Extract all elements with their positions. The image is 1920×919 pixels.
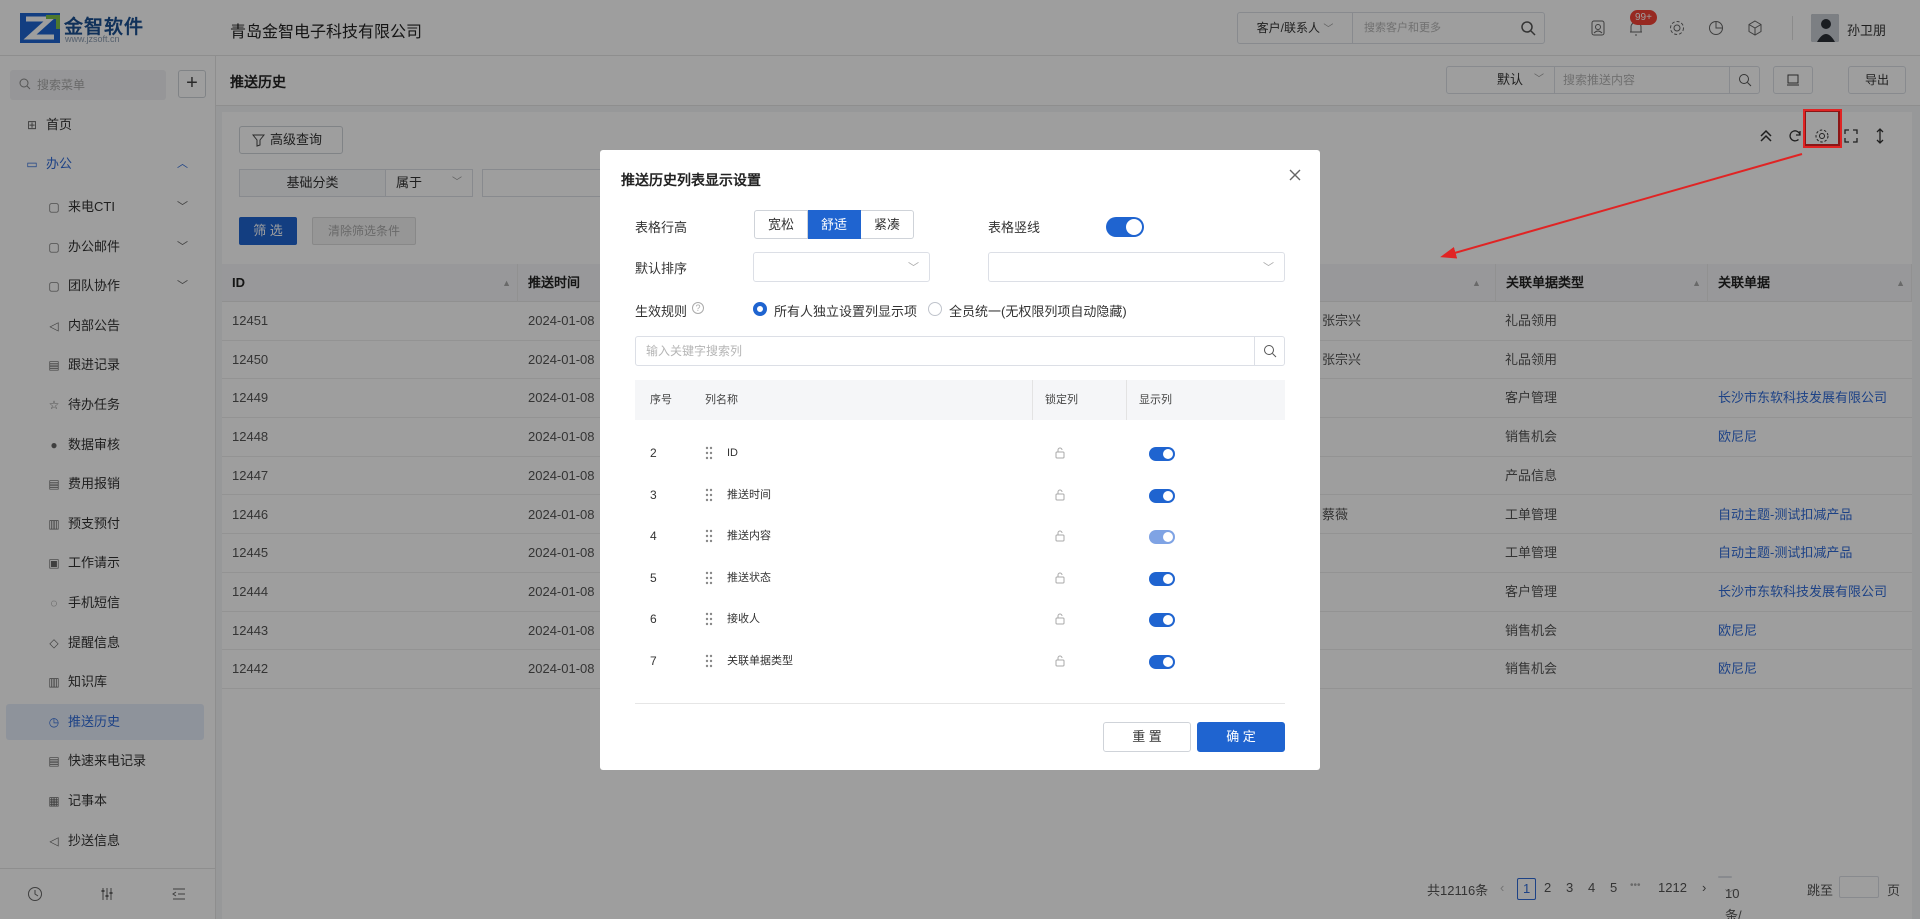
column-name: 接收人: [727, 613, 760, 625]
row-height-option-comfortable[interactable]: 舒适: [808, 210, 862, 239]
col-header-lock: 锁定列: [1045, 394, 1078, 406]
vertical-lines-label: 表格竖线: [988, 220, 1041, 235]
col-header-name: 列名称: [705, 394, 738, 406]
column-setting-row: 4 推送内容: [635, 516, 1285, 557]
column-search-button[interactable]: [1254, 337, 1284, 365]
column-index: 2: [650, 446, 657, 460]
chevron-down-icon: ﹀: [1263, 262, 1274, 274]
divider: [635, 703, 1285, 704]
rule-independent-radio[interactable]: [753, 302, 767, 316]
show-column-toggle[interactable]: [1149, 488, 1175, 503]
col-header-show: 显示列: [1139, 394, 1172, 406]
row-height-segmented: 宽松 舒适 紧凑: [754, 210, 915, 239]
column-index: 5: [650, 570, 657, 585]
column-name: 推送时间: [727, 488, 771, 501]
column-name: 推送内容: [727, 530, 771, 542]
default-sort-label: 默认排序: [635, 261, 688, 276]
column-setting-row: 2 ID: [635, 433, 1285, 474]
divider: [1032, 380, 1033, 420]
chevron-down-icon: ﹀: [908, 262, 919, 274]
show-column-toggle[interactable]: [1149, 571, 1175, 586]
lock-icon[interactable]: [1055, 489, 1065, 501]
sort-order-select[interactable]: ﹀: [988, 252, 1285, 282]
dialog-title: 推送历史列表显示设置: [621, 172, 761, 188]
divider: [1126, 380, 1127, 420]
column-setting-row: 6 接收人: [635, 599, 1285, 640]
close-icon[interactable]: [1286, 166, 1304, 184]
rule-label: 生效规则: [635, 304, 688, 319]
show-column-toggle[interactable]: [1149, 447, 1175, 461]
column-index: 4: [650, 529, 657, 543]
search-icon: [1264, 345, 1277, 358]
drag-handle-icon[interactable]: [705, 529, 713, 543]
columns-table-header: 序号 列名称 锁定列 显示列: [635, 380, 1285, 420]
drag-handle-icon[interactable]: [705, 488, 713, 502]
column-name: 关联单据类型: [727, 654, 793, 667]
drag-handle-icon[interactable]: [705, 446, 713, 460]
drag-handle-icon[interactable]: [705, 612, 713, 626]
lock-icon[interactable]: [1055, 655, 1065, 667]
drag-handle-icon[interactable]: [705, 654, 713, 668]
vertical-lines-toggle[interactable]: [1106, 217, 1144, 237]
col-header-index: 序号: [650, 394, 672, 406]
confirm-button[interactable]: 确 定: [1197, 722, 1285, 752]
row-height-option-loose[interactable]: 宽松: [754, 210, 809, 239]
show-column-toggle[interactable]: [1149, 613, 1175, 627]
lock-icon[interactable]: [1055, 530, 1065, 542]
column-index: 7: [650, 653, 657, 668]
column-index: 3: [650, 487, 657, 502]
row-height-label: 表格行高: [635, 220, 688, 235]
column-name: ID: [727, 447, 738, 459]
show-column-toggle: [1149, 530, 1175, 544]
drag-handle-icon[interactable]: [705, 571, 713, 585]
rule-unified-label[interactable]: 全员统一(无权限列项自动隐藏): [949, 301, 1127, 320]
sort-field-select[interactable]: ﹀: [753, 252, 930, 282]
rule-independent-label[interactable]: 所有人独立设置列显示项: [774, 301, 917, 320]
column-setting-row: 3 推送时间: [635, 475, 1285, 516]
column-setting-row: 7 关联单据类型: [635, 641, 1285, 682]
column-search: 输入关键字搜索列: [635, 336, 1285, 366]
column-search-input[interactable]: 输入关键字搜索列: [646, 337, 742, 365]
column-index: 6: [650, 612, 657, 626]
column-name: 推送状态: [727, 571, 771, 584]
reset-button[interactable]: 重 置: [1103, 722, 1191, 752]
column-settings-dialog: 推送历史列表显示设置 表格行高 宽松 舒适 紧凑 表格竖线 默认排序 ﹀ ﹀ 生…: [600, 150, 1320, 770]
lock-icon[interactable]: [1055, 572, 1065, 584]
rule-unified-radio[interactable]: [928, 302, 942, 316]
lock-icon[interactable]: [1055, 613, 1065, 625]
row-height-option-compact[interactable]: 紧凑: [861, 210, 915, 239]
lock-icon[interactable]: [1055, 447, 1065, 459]
help-icon[interactable]: ?: [692, 302, 704, 314]
show-column-toggle[interactable]: [1149, 654, 1175, 669]
column-setting-row: 5 推送状态: [635, 558, 1285, 599]
